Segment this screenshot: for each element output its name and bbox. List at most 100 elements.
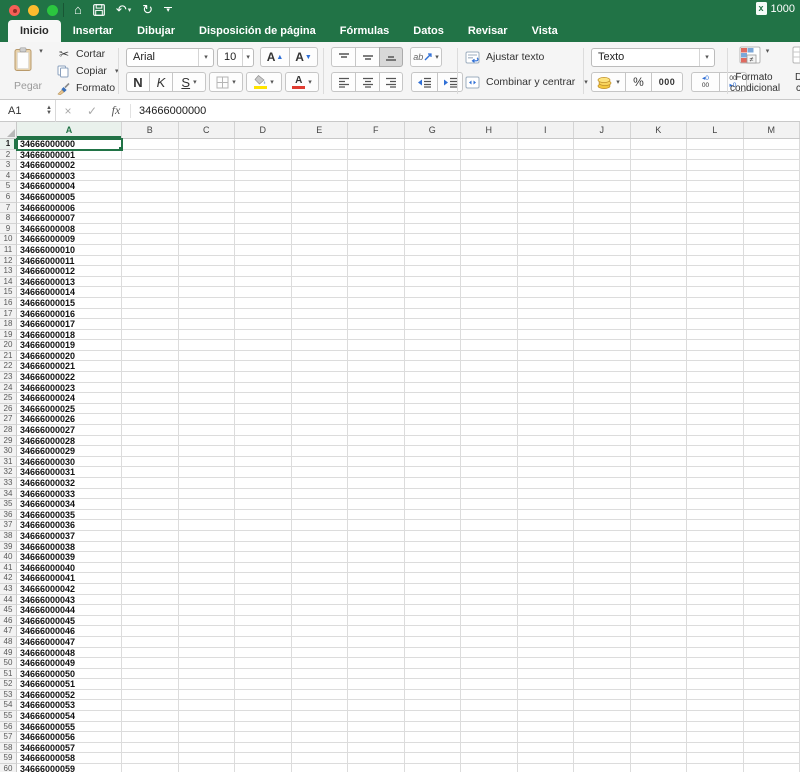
row-header-40[interactable]: 40 [0, 552, 17, 563]
cell-b36[interactable] [122, 509, 179, 521]
cell-g13[interactable] [404, 266, 461, 277]
cell-i47[interactable] [517, 626, 574, 637]
cell-k5[interactable] [630, 181, 687, 192]
cell-i29[interactable] [517, 435, 574, 447]
name-box-spinner[interactable]: ▲ ▼ [46, 105, 52, 116]
cell-c34[interactable] [178, 488, 235, 500]
cell-k30[interactable] [630, 446, 687, 457]
cell-a54[interactable]: 34666000053 [17, 700, 122, 712]
cell-a24[interactable]: 34666000023 [17, 382, 122, 394]
cell-g28[interactable] [404, 425, 461, 436]
cell-h24[interactable] [461, 382, 518, 394]
cell-f2[interactable] [348, 149, 405, 161]
cell-m27[interactable] [743, 414, 800, 426]
cell-d58[interactable] [235, 742, 292, 754]
cell-m4[interactable] [743, 170, 800, 182]
cell-g58[interactable] [404, 742, 461, 754]
paste-button[interactable]: ▾ Pegar [6, 47, 50, 92]
cell-g2[interactable] [404, 149, 461, 161]
minimize-window-button[interactable] [28, 5, 39, 16]
tab-vista[interactable]: Vista [520, 20, 570, 42]
cell-b16[interactable] [122, 297, 179, 309]
cell-j56[interactable] [574, 721, 631, 733]
conditional-formatting-button[interactable]: ≠ ▾ Formato condicional [730, 46, 780, 94]
cell-m10[interactable] [743, 234, 800, 245]
cell-c46[interactable] [178, 615, 235, 627]
cell-h33[interactable] [461, 478, 518, 489]
cell-m35[interactable] [743, 499, 800, 510]
cell-i7[interactable] [517, 202, 574, 214]
row-header-33[interactable]: 33 [0, 478, 17, 489]
cell-c14[interactable] [178, 276, 235, 288]
cell-e38[interactable] [291, 530, 348, 542]
cell-h13[interactable] [461, 266, 518, 277]
cell-k33[interactable] [630, 478, 687, 489]
cell-d23[interactable] [235, 372, 292, 383]
cell-j60[interactable] [574, 764, 631, 772]
cell-a7[interactable]: 34666000006 [17, 202, 122, 214]
cell-h60[interactable] [461, 764, 518, 772]
cell-d6[interactable] [235, 191, 292, 203]
cell-b35[interactable] [122, 499, 179, 510]
cell-k29[interactable] [630, 435, 687, 447]
cell-j35[interactable] [574, 499, 631, 510]
cell-d27[interactable] [235, 414, 292, 426]
cell-f36[interactable] [348, 509, 405, 521]
cell-a21[interactable]: 34666000020 [17, 350, 122, 362]
cell-e60[interactable] [292, 764, 348, 772]
cell-g56[interactable] [404, 721, 461, 733]
cell-e49[interactable] [291, 647, 348, 659]
cell-c45[interactable] [178, 605, 235, 616]
cell-k53[interactable] [630, 689, 687, 701]
row-header-6[interactable]: 6 [0, 191, 17, 203]
row-header-19[interactable]: 19 [0, 329, 17, 341]
cell-k50[interactable] [630, 658, 687, 669]
cell-c38[interactable] [178, 530, 235, 542]
cell-a44[interactable]: 34666000043 [17, 594, 122, 606]
cell-f18[interactable] [348, 319, 405, 330]
cell-l13[interactable] [687, 266, 744, 277]
cell-l57[interactable] [687, 732, 744, 743]
cell-d56[interactable] [235, 721, 292, 733]
cell-b28[interactable] [122, 425, 179, 436]
cell-j4[interactable] [574, 170, 631, 182]
cell-h1[interactable] [461, 139, 518, 150]
row-header-27[interactable]: 27 [0, 414, 17, 426]
cell-l31[interactable] [687, 456, 744, 468]
row-header-58[interactable]: 58 [0, 742, 17, 754]
close-window-button[interactable] [9, 5, 20, 16]
cell-f26[interactable] [348, 403, 405, 415]
cell-a50[interactable]: 34666000049 [17, 658, 122, 669]
cell-c43[interactable] [178, 583, 235, 595]
cell-j30[interactable] [574, 446, 631, 457]
cell-h52[interactable] [461, 679, 518, 690]
cell-l2[interactable] [687, 149, 744, 161]
cell-h22[interactable] [461, 361, 518, 373]
cell-k43[interactable] [630, 583, 687, 595]
cell-j31[interactable] [574, 456, 631, 468]
cell-h36[interactable] [461, 509, 518, 521]
cell-f8[interactable] [348, 213, 405, 224]
cell-d44[interactable] [235, 594, 292, 606]
cell-d1[interactable] [235, 139, 292, 150]
cell-i1[interactable] [517, 139, 574, 150]
column-header-m[interactable]: M [744, 122, 800, 138]
cell-m47[interactable] [743, 626, 800, 637]
cell-k27[interactable] [630, 414, 687, 426]
cell-b45[interactable] [122, 605, 179, 616]
row-header-5[interactable]: 5 [0, 181, 17, 192]
cell-l46[interactable] [687, 615, 744, 627]
cell-c33[interactable] [178, 478, 235, 489]
cell-k8[interactable] [630, 213, 687, 224]
cell-e44[interactable] [291, 594, 348, 606]
cell-k1[interactable] [630, 139, 687, 150]
cell-i6[interactable] [517, 191, 574, 203]
row-header-18[interactable]: 18 [0, 319, 17, 330]
cell-g49[interactable] [404, 647, 461, 659]
cell-k22[interactable] [630, 361, 687, 373]
cell-i34[interactable] [517, 488, 574, 500]
cell-d43[interactable] [235, 583, 292, 595]
cell-e52[interactable] [291, 679, 348, 690]
cell-j53[interactable] [574, 689, 631, 701]
cell-a5[interactable]: 34666000004 [17, 181, 122, 192]
